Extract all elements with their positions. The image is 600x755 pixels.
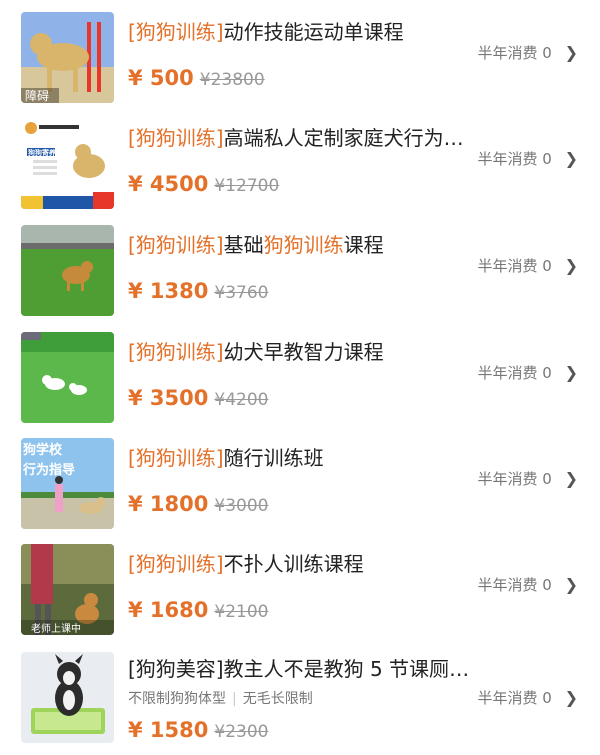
svg-text:行为指导: 行为指导 — [22, 462, 75, 478]
original-price: ¥3000 — [214, 496, 269, 516]
price-row: ¥ 4500 ¥12700 — [128, 172, 279, 196]
course-thumbnail: 老师上课中 — [21, 544, 114, 635]
current-price: ¥ 4500 — [128, 172, 209, 196]
course-item[interactable]: 狗学校 行为指导 [狗狗训练]随行训练班 ¥ 1800 ¥3000 半年消费 0 … — [0, 426, 600, 532]
svg-text:狗学校: 狗学校 — [23, 442, 63, 458]
half-year-spend[interactable]: 半年消费 0 ❯ — [477, 148, 578, 169]
half-year-spend[interactable]: 半年消费 0 ❯ — [477, 362, 578, 383]
price-row: ¥ 1680 ¥2100 — [128, 598, 268, 622]
course-thumbnail — [21, 225, 114, 316]
original-price: ¥12700 — [214, 176, 280, 196]
price-row: ¥ 1380 ¥3760 — [128, 279, 268, 303]
chevron-right-icon: ❯ — [564, 575, 578, 594]
course-item[interactable]: [狗狗训练]基础狗狗训练课程 ¥ 1380 ¥3760 半年消费 0 ❯ — [0, 213, 600, 319]
puppy-photo-grass — [21, 332, 114, 423]
chevron-right-icon: ❯ — [564, 469, 578, 488]
chevron-right-icon: ❯ — [564, 256, 578, 275]
course-title: [狗狗美容]教主人不是教狗 5 节课厕所训… — [128, 657, 483, 681]
current-price: ¥ 1800 — [128, 492, 209, 516]
current-price: ¥ 3500 — [128, 386, 209, 410]
original-price: ¥2300 — [214, 722, 269, 742]
tag: 不限制狗狗体型 — [128, 691, 226, 707]
chevron-right-icon: ❯ — [564, 149, 578, 168]
original-price: ¥2100 — [214, 602, 269, 622]
svg-text:障碍: 障碍 — [25, 88, 49, 103]
half-year-spend[interactable]: 半年消费 0 ❯ — [477, 687, 578, 708]
course-item[interactable]: 障碍 [狗狗训练]动作技能运动单课程 ¥ 500 ¥23800 半年消费 0 ❯ — [0, 0, 600, 106]
course-title: [狗狗训练]幼犬早教智力课程 — [128, 340, 384, 364]
course-item[interactable]: [狗狗美容]教主人不是教狗 5 节课厕所训… 不限制狗狗体型 | 无毛长限制 ¥ 1… — [0, 640, 600, 755]
current-price: ¥ 500 — [128, 66, 194, 90]
dog-potty-photo — [21, 652, 114, 743]
course-title: [狗狗训练]基础狗狗训练课程 — [128, 233, 384, 257]
dog-photo-agility: 障碍 — [21, 12, 114, 103]
price-row: ¥ 1800 ¥3000 — [128, 492, 268, 516]
course-tags: 不限制狗狗体型 | 无毛长限制 — [128, 688, 313, 708]
course-thumbnail: 狗学校 行为指导 — [21, 438, 114, 529]
chevron-right-icon: ❯ — [564, 363, 578, 382]
course-thumbnail: 障碍 — [21, 12, 114, 103]
original-price: ¥23800 — [199, 70, 265, 90]
tag-separator: | — [232, 691, 237, 707]
course-item[interactable]: [狗狗训练]幼犬早教智力课程 ¥ 3500 ¥4200 半年消费 0 ❯ — [0, 320, 600, 426]
course-title: [狗狗训练]不扑人训练课程 — [128, 552, 364, 576]
course-title: [狗狗训练]随行训练班 — [128, 446, 324, 470]
chevron-right-icon: ❯ — [564, 688, 578, 707]
chevron-right-icon: ❯ — [564, 43, 578, 62]
current-price: ¥ 1380 — [128, 279, 209, 303]
price-row: ¥ 3500 ¥4200 — [128, 386, 268, 410]
half-year-spend[interactable]: 半年消费 0 ❯ — [477, 42, 578, 63]
half-year-spend[interactable]: 半年消费 0 ❯ — [477, 468, 578, 489]
half-year-spend[interactable]: 半年消费 0 ❯ — [477, 574, 578, 595]
dog-photo-field — [21, 225, 114, 316]
price-row: ¥ 1580 ¥2300 — [128, 718, 268, 742]
course-thumbnail — [21, 652, 114, 743]
tag: 无毛长限制 — [242, 691, 313, 707]
course-item[interactable]: 老师上课中 [狗狗训练]不扑人训练课程 ¥ 1680 ¥2100 半年消费 0 ❯ — [0, 532, 600, 638]
course-item[interactable]: 狗狗寄养 [狗狗训练]高端私人定制家庭犬行为纠正 ¥ 4500 ¥12700 半年… — [0, 106, 600, 212]
svg-text:狗狗寄养: 狗狗寄养 — [28, 148, 56, 157]
course-list: 障碍 [狗狗训练]动作技能运动单课程 ¥ 500 ¥23800 半年消费 0 ❯ … — [0, 0, 600, 755]
price-row: ¥ 500 ¥23800 — [128, 66, 265, 90]
original-price: ¥3760 — [214, 283, 269, 303]
current-price: ¥ 1680 — [128, 598, 209, 622]
half-year-spend[interactable]: 半年消费 0 ❯ — [477, 255, 578, 276]
thumb-caption: 老师上课中 — [31, 624, 81, 635]
course-title: [狗狗训练]动作技能运动单课程 — [128, 20, 404, 44]
course-thumbnail: 狗狗寄养 — [21, 118, 114, 209]
dog-boarding-poster: 狗狗寄养 — [21, 118, 114, 209]
original-price: ¥4200 — [214, 390, 269, 410]
course-title: [狗狗训练]高端私人定制家庭犬行为纠正 — [128, 126, 483, 150]
course-thumbnail — [21, 332, 114, 423]
current-price: ¥ 1580 — [128, 718, 209, 742]
dog-school-photo: 狗学校 行为指导 — [21, 438, 114, 529]
